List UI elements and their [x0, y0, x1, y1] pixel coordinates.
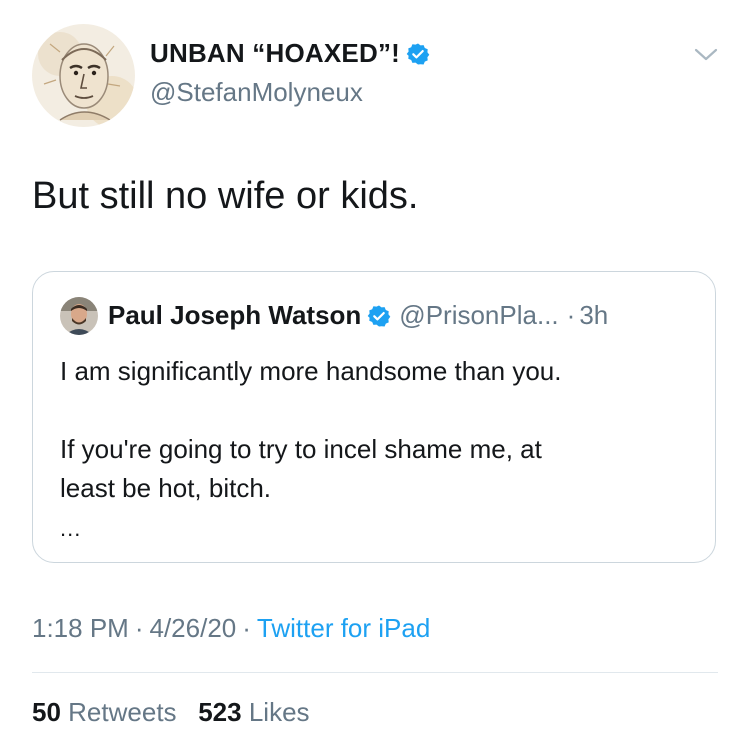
meta-separator: ·: [134, 613, 144, 643]
retweets-stat[interactable]: 50 Retweets: [32, 697, 177, 727]
quoted-author-avatar-image: [60, 297, 98, 335]
divider: [32, 672, 718, 673]
tweet-time[interactable]: 1:18 PM: [32, 613, 129, 643]
retweets-label: Retweets: [68, 697, 177, 727]
tweet-source-link[interactable]: Twitter for iPad: [257, 613, 430, 643]
author-handle[interactable]: @StefanMolyneux: [150, 77, 363, 108]
author-avatar-image: [32, 24, 135, 127]
quoted-tweet-line-1: I am significantly more handsome than yo…: [60, 356, 562, 386]
tweet-meta: 1:18 PM · 4/26/20 · Twitter for iPad: [32, 613, 430, 644]
author-name-text: UNBAN “HOAXED”!: [150, 38, 400, 68]
likes-stat[interactable]: 523 Likes: [198, 697, 309, 727]
tweet-date[interactable]: 4/26/20: [150, 613, 237, 643]
quoted-author-handle[interactable]: @PrisonPla...: [399, 300, 558, 330]
quoted-tweet-ellipsis: ...: [60, 516, 82, 541]
author-name[interactable]: UNBAN “HOAXED”!: [150, 38, 430, 73]
chevron-down-icon: [694, 48, 718, 61]
meta-separator: ·: [242, 613, 251, 643]
quoted-author-avatar[interactable]: [60, 297, 98, 335]
verified-badge-icon: [406, 42, 430, 73]
author-avatar[interactable]: [32, 24, 135, 127]
quoted-author-name[interactable]: Paul Joseph Watson: [108, 300, 361, 330]
likes-count: 523: [198, 697, 242, 727]
tweet-stats: 50 Retweets 523 Likes: [32, 697, 310, 728]
likes-label: Likes: [248, 697, 310, 727]
quoted-tweet-line-2: If you're going to try to incel shame me…: [60, 434, 542, 464]
quoted-tweet-time[interactable]: 3h: [579, 300, 608, 330]
quoted-tweet-line-3: least be hot, bitch.: [60, 473, 272, 503]
quoted-separator-dot: ·: [566, 300, 576, 330]
more-options-button[interactable]: [690, 42, 722, 66]
verified-badge-icon: [367, 304, 391, 335]
quoted-tweet-header: Paul Joseph Watson @PrisonPla... · 3h: [108, 300, 608, 335]
retweets-count: 50: [32, 697, 61, 727]
tweet-text: But still no wife or kids.: [32, 175, 419, 217]
